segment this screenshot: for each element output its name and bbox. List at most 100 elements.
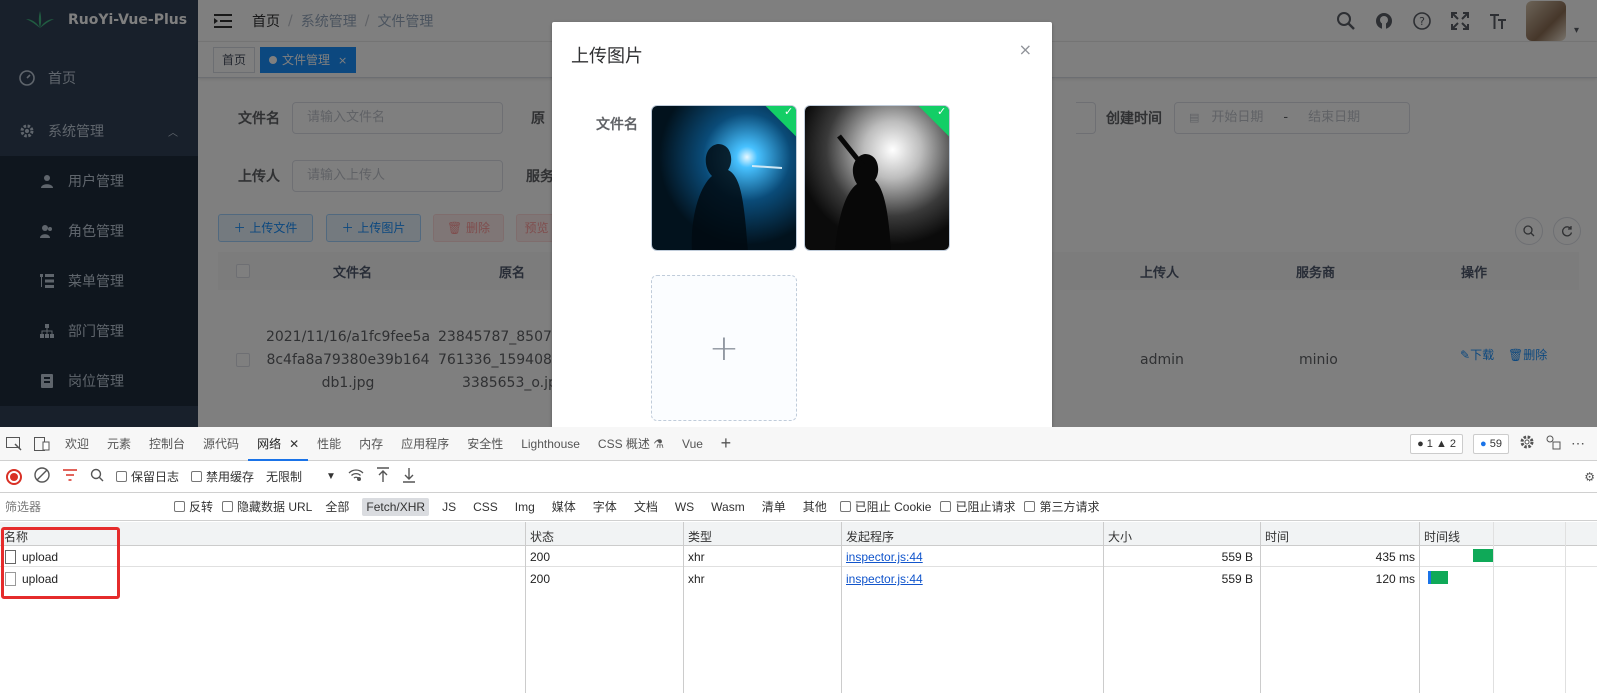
filter-type-media[interactable]: 媒体 (548, 496, 580, 517)
settings-gear-icon[interactable] (1519, 434, 1535, 453)
table-row[interactable]: upload 200 xhr inspector.js:44 559 B 435… (0, 546, 1597, 567)
devtools-tab-memory[interactable]: 内存 (350, 427, 392, 461)
filter-input[interactable]: 筛选器 (0, 495, 165, 518)
app-window: RuoYi-Vue-Plus 首页 系统管理 ︿ 用户管理 (0, 0, 1597, 427)
request-time: 120 ms (1375, 572, 1415, 586)
checkbox-label: 保留日志 (131, 470, 180, 484)
upload-image-dialog: 上传图片 × 文件名 ✓ ✓ + (552, 22, 1052, 427)
checkbox-label: 第三方请求 (1039, 500, 1100, 514)
filter-type-doc[interactable]: 文档 (630, 496, 662, 517)
uploaded-image-thumbnail[interactable]: ✓ (651, 105, 797, 251)
devtools-tab-css-overview[interactable]: CSS 概述 ⚗ (589, 427, 673, 461)
request-status: 200 (530, 550, 551, 564)
devtools-tab-lighthouse[interactable]: Lighthouse (512, 427, 589, 461)
check-icon: ✓ (937, 105, 947, 118)
inspect-icon[interactable] (0, 427, 28, 461)
caret-down-icon: ▼ (326, 471, 336, 482)
filter-type-js[interactable]: JS (438, 498, 460, 516)
warning-count: ▲ 2 (1435, 437, 1457, 450)
checkbox-label: 禁用缓存 (206, 470, 255, 484)
checkbox-box (191, 471, 203, 482)
devtools-tab-vue[interactable]: Vue (673, 427, 712, 461)
column-header-waterfall[interactable]: 时间线 (1424, 528, 1460, 545)
filter-type-all[interactable]: 全部 (321, 496, 353, 517)
customize-icon[interactable] (1545, 434, 1561, 453)
filter-icon[interactable] (62, 468, 78, 485)
uploaded-image-thumbnail[interactable]: ✓ (804, 105, 950, 251)
more-icon[interactable]: ⋯ (1571, 435, 1585, 452)
column-header-type[interactable]: 类型 (688, 528, 712, 545)
third-party-checkbox[interactable]: 第三方请求 (1024, 498, 1100, 515)
column-divider[interactable] (1419, 522, 1420, 693)
check-icon: ✓ (784, 105, 794, 118)
column-header-status[interactable]: 状态 (530, 528, 554, 545)
wifi-settings-icon[interactable] (348, 468, 364, 485)
export-har-icon[interactable] (402, 467, 416, 486)
device-toolbar-icon[interactable] (28, 427, 56, 461)
column-divider[interactable] (525, 522, 526, 693)
tab-label: 网络 (257, 436, 282, 451)
checkbox-box (116, 471, 127, 482)
filter-type-img[interactable]: Img (511, 498, 539, 516)
waterfall-bar (1473, 549, 1493, 562)
record-icon[interactable] (6, 468, 22, 485)
network-settings-icon[interactable]: ⚙ (1584, 470, 1595, 484)
filter-type-ws[interactable]: WS (671, 498, 698, 516)
devtools-tab-performance[interactable]: 性能 (308, 427, 350, 461)
devtools-tab-sources[interactable]: 源代码 (194, 427, 248, 461)
filter-type-other[interactable]: 其他 (799, 496, 831, 517)
devtools-tab-security[interactable]: 安全性 (458, 427, 512, 461)
devtools-tab-welcome[interactable]: 欢迎 (56, 427, 98, 461)
message-count: 59 (1489, 437, 1502, 450)
request-size: 559 B (1221, 572, 1253, 586)
devtools-tab-elements[interactable]: 元素 (98, 427, 140, 461)
request-initiator-link[interactable]: inspector.js:44 (846, 572, 923, 586)
filter-type-fetch-xhr[interactable]: Fetch/XHR (362, 497, 430, 516)
waterfall-gridline (1565, 522, 1566, 693)
request-initiator-link[interactable]: inspector.js:44 (846, 550, 923, 564)
add-image-card[interactable]: + (651, 275, 797, 421)
checkbox-box (940, 501, 952, 512)
column-divider[interactable] (683, 522, 684, 693)
issue-badges[interactable]: ● 1 ▲ 2 (1410, 433, 1464, 454)
devtools-tab-network[interactable]: 网络 ✕ (248, 427, 309, 461)
throttle-select[interactable]: 无限制 ▼ (266, 468, 336, 485)
column-header-initiator[interactable]: 发起程序 (846, 528, 894, 545)
column-header-size[interactable]: 大小 (1108, 528, 1132, 545)
hide-data-url-checkbox[interactable]: 隐藏数据 URL (222, 498, 312, 515)
column-divider[interactable] (1260, 522, 1261, 693)
column-divider[interactable] (841, 522, 842, 693)
message-icon: ● (1480, 437, 1487, 450)
invert-checkbox[interactable]: 反转 (174, 498, 213, 515)
close-icon[interactable]: × (1019, 40, 1032, 59)
devtools-tab-application[interactable]: 应用程序 (392, 427, 458, 461)
plus-icon[interactable]: + (712, 427, 740, 461)
concert-image-blue (652, 106, 796, 250)
blocked-cookies-checkbox[interactable]: 已阻止 Cookie (839, 498, 931, 515)
checkbox-box (839, 501, 851, 512)
search-icon[interactable] (90, 468, 104, 485)
filter-type-font[interactable]: 字体 (589, 496, 621, 517)
waterfall-bar (1428, 571, 1448, 584)
request-size: 559 B (1221, 550, 1253, 564)
error-count: ● 1 (1417, 437, 1433, 450)
devtools-panel: 欢迎 元素 控制台 源代码 网络 ✕ 性能 内存 应用程序 安全性 Lightho… (0, 427, 1597, 693)
preserve-log-checkbox[interactable]: 保留日志 (116, 468, 179, 485)
devtools-tabbar: 欢迎 元素 控制台 源代码 网络 ✕ 性能 内存 应用程序 安全性 Lightho… (0, 427, 1597, 461)
filter-type-css[interactable]: CSS (469, 498, 502, 516)
blocked-requests-checkbox[interactable]: 已阻止请求 (940, 498, 1015, 515)
dialog-field-label: 文件名 (596, 117, 638, 133)
clear-icon[interactable] (34, 467, 50, 486)
filter-type-manifest[interactable]: 清单 (758, 496, 790, 517)
message-badge[interactable]: ● 59 (1473, 433, 1509, 454)
filter-type-wasm[interactable]: Wasm (707, 498, 749, 516)
checkbox-box (174, 501, 185, 512)
column-header-time[interactable]: 时间 (1265, 528, 1289, 545)
import-har-icon[interactable] (376, 467, 390, 486)
column-divider[interactable] (1103, 522, 1104, 693)
checkbox-box (222, 501, 234, 512)
checkbox-box (1024, 501, 1036, 512)
disable-cache-checkbox[interactable]: 禁用缓存 (191, 468, 254, 485)
devtools-tab-console[interactable]: 控制台 (140, 427, 194, 461)
close-icon[interactable]: ✕ (289, 437, 299, 451)
